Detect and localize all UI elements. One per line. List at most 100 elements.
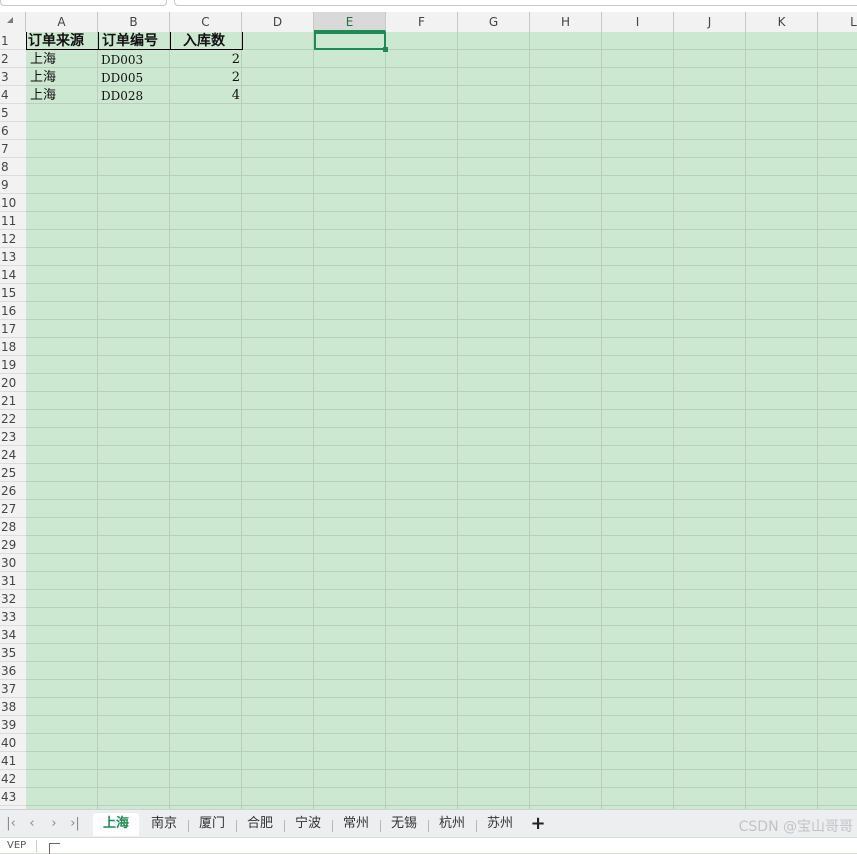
row-header-31[interactable]: 31 xyxy=(0,572,26,590)
row-header-4[interactable]: 4 xyxy=(0,86,26,104)
column-header-i[interactable]: I xyxy=(602,12,674,32)
row-header-29[interactable]: 29 xyxy=(0,536,26,554)
row-header-21[interactable]: 21 xyxy=(0,392,26,410)
tab-separator xyxy=(236,820,237,832)
column-header-e[interactable]: E xyxy=(314,12,386,32)
add-sheet-button[interactable]: + xyxy=(529,814,547,834)
row-header-20[interactable]: 20 xyxy=(0,374,26,392)
header-border-ab xyxy=(98,32,99,50)
column-header-k[interactable]: K xyxy=(746,12,818,32)
row-header-16[interactable]: 16 xyxy=(0,302,26,320)
tab-separator xyxy=(476,820,477,832)
selected-cell-e1[interactable] xyxy=(314,32,388,52)
row-header-35[interactable]: 35 xyxy=(0,644,26,662)
row-header-41[interactable]: 41 xyxy=(0,752,26,770)
row-header-13[interactable]: 13 xyxy=(0,248,26,266)
row-header-1[interactable]: 1 xyxy=(0,32,26,50)
row-header-3[interactable]: 3 xyxy=(0,68,26,86)
row-header-40[interactable]: 40 xyxy=(0,734,26,752)
view-mode-icon[interactable] xyxy=(49,843,60,854)
row-header-37[interactable]: 37 xyxy=(0,680,26,698)
formula-input[interactable] xyxy=(174,0,857,6)
sheet-tab-8[interactable]: 杭州 xyxy=(429,813,475,835)
status-bar: VEP xyxy=(0,837,857,854)
column-header-d[interactable]: D xyxy=(242,12,314,32)
column-header-a[interactable]: A xyxy=(26,12,98,32)
row-header-42[interactable]: 42 xyxy=(0,770,26,788)
row-header-33[interactable]: 33 xyxy=(0,608,26,626)
row-header-43[interactable]: 43 xyxy=(0,788,26,806)
status-divider xyxy=(36,840,37,852)
row-header-12[interactable]: 12 xyxy=(0,230,26,248)
row-header-14[interactable]: 14 xyxy=(0,266,26,284)
cell-b3[interactable]: DD005 xyxy=(101,69,169,87)
row-header-25[interactable]: 25 xyxy=(0,464,26,482)
cell-b1[interactable]: 订单编号 xyxy=(102,32,172,50)
prev-sheet-icon[interactable]: ‹ xyxy=(24,816,40,832)
column-header-b[interactable]: B xyxy=(98,12,170,32)
first-sheet-icon[interactable]: |‹ xyxy=(3,816,19,832)
row-header-30[interactable]: 30 xyxy=(0,554,26,572)
sheet-tab-1[interactable]: 上海 xyxy=(93,813,140,835)
fill-handle[interactable] xyxy=(383,47,388,52)
row-header-5[interactable]: 5 xyxy=(0,104,26,122)
row-header-6[interactable]: 6 xyxy=(0,122,26,140)
sheet-grid[interactable]: 订单来源 订单编号 入库数 上海 DD003 2 上海 DD005 2 上海 D… xyxy=(26,32,857,809)
row-header-26[interactable]: 26 xyxy=(0,482,26,500)
column-header-f[interactable]: F xyxy=(386,12,458,32)
sheet-tab-6[interactable]: 常州 xyxy=(333,813,379,835)
row-header-27[interactable]: 27 xyxy=(0,500,26,518)
row-header-23[interactable]: 23 xyxy=(0,428,26,446)
row-header-7[interactable]: 7 xyxy=(0,140,26,158)
row-header-36[interactable]: 36 xyxy=(0,662,26,680)
next-sheet-icon[interactable]: › xyxy=(46,816,62,832)
cell-b2[interactable]: DD003 xyxy=(101,51,169,69)
sheet-tab-bar: |‹ ‹ › ›| 上海 南京 厦门 合肥 宁波 常州 无锡 杭州 苏州 + CSDN @宝山哥… xyxy=(0,809,857,838)
column-header-l[interactable]: L xyxy=(818,12,857,32)
row-header-bar: 1 2 3 4 5 6 7 8 9 10 11 12 13 14 15 16 17 18 19 20 21 22 23 24 2… xyxy=(0,32,27,809)
column-header-j[interactable]: J xyxy=(674,12,746,32)
column-header-c[interactable]: C xyxy=(170,12,242,32)
row-header-39[interactable]: 39 xyxy=(0,716,26,734)
sheet-tab-2[interactable]: 南京 xyxy=(141,813,187,835)
column-header-g[interactable]: G xyxy=(458,12,530,32)
column-header-h[interactable]: H xyxy=(530,12,602,32)
row-header-15[interactable]: 15 xyxy=(0,284,26,302)
row-header-2[interactable]: 2 xyxy=(0,50,26,68)
name-box[interactable] xyxy=(0,0,167,6)
header-border-bottom xyxy=(26,49,243,50)
cell-a3[interactable]: 上海 xyxy=(30,69,98,87)
cell-c2[interactable]: 2 xyxy=(170,51,242,69)
row-header-18[interactable]: 18 xyxy=(0,338,26,356)
last-sheet-icon[interactable]: ›| xyxy=(67,816,83,832)
sheet-tab-3[interactable]: 厦门 xyxy=(189,813,235,835)
row-header-11[interactable]: 11 xyxy=(0,212,26,230)
row-header-32[interactable]: 32 xyxy=(0,590,26,608)
sheet-tab-9[interactable]: 苏州 xyxy=(477,813,523,835)
row-header-19[interactable]: 19 xyxy=(0,356,26,374)
row-header-34[interactable]: 34 xyxy=(0,626,26,644)
cell-a4[interactable]: 上海 xyxy=(30,87,98,105)
cell-c3[interactable]: 2 xyxy=(170,69,242,87)
sheet-tab-7[interactable]: 无锡 xyxy=(381,813,427,835)
select-all-corner[interactable] xyxy=(0,12,26,32)
cell-a2[interactable]: 上海 xyxy=(30,51,98,69)
cell-b4[interactable]: DD028 xyxy=(101,87,169,105)
corner-triangle-icon xyxy=(7,17,13,23)
row-header-28[interactable]: 28 xyxy=(0,518,26,536)
sheet-tab-4[interactable]: 合肥 xyxy=(237,813,283,835)
row-header-17[interactable]: 17 xyxy=(0,320,26,338)
row-header-9[interactable]: 9 xyxy=(0,176,26,194)
header-border-left xyxy=(26,32,27,50)
row-header-24[interactable]: 24 xyxy=(0,446,26,464)
header-border-right xyxy=(242,32,243,50)
cell-c4[interactable]: 4 xyxy=(170,87,242,105)
row-header-8[interactable]: 8 xyxy=(0,158,26,176)
status-text: VEP xyxy=(7,840,27,851)
cell-a1[interactable]: 订单来源 xyxy=(28,32,98,50)
row-header-10[interactable]: 10 xyxy=(0,194,26,212)
cell-c1[interactable]: 入库数 xyxy=(183,32,243,50)
row-header-38[interactable]: 38 xyxy=(0,698,26,716)
row-header-22[interactable]: 22 xyxy=(0,410,26,428)
sheet-tab-5[interactable]: 宁波 xyxy=(285,813,331,835)
